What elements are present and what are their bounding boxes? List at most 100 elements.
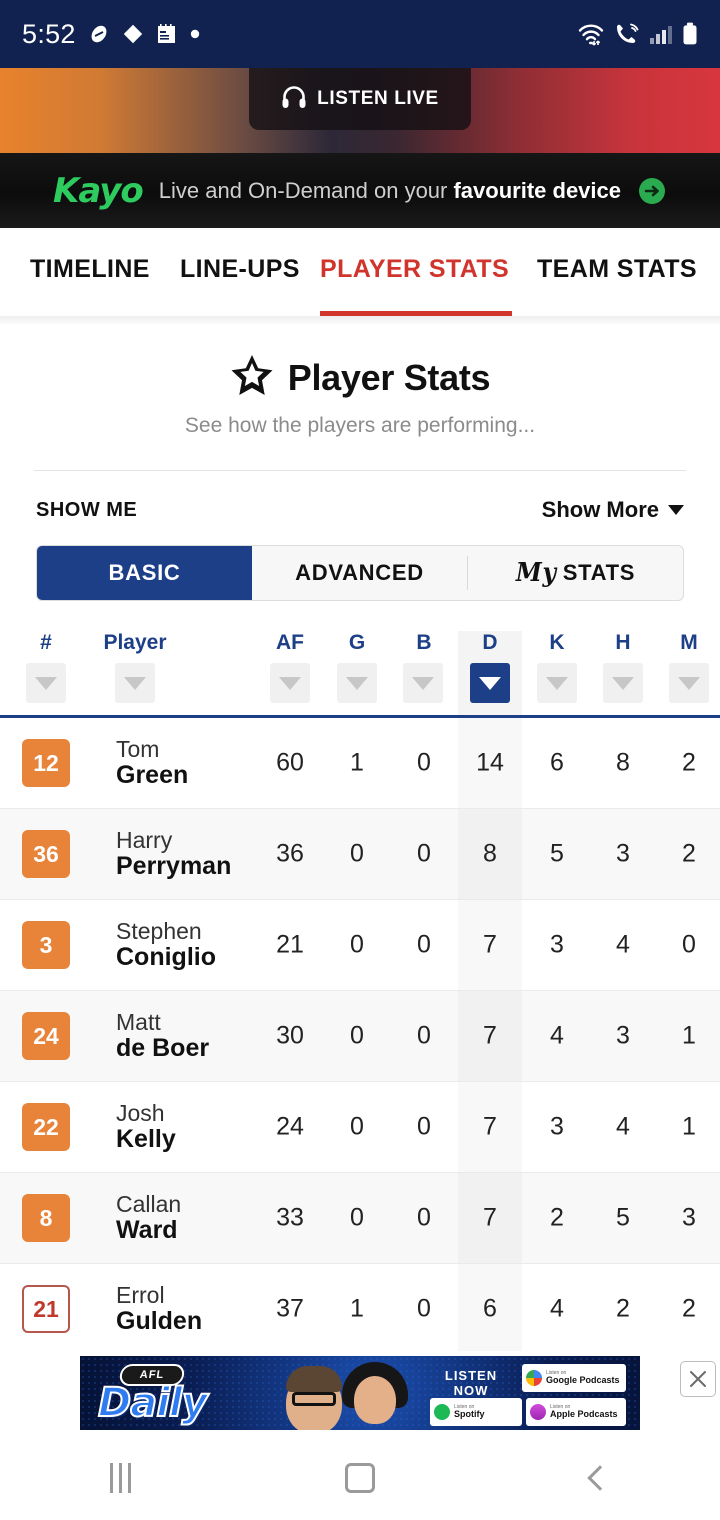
sort-button-g[interactable] [337, 663, 377, 703]
apple-podcasts-label: Listen on Apple Podcasts [550, 1403, 618, 1419]
ad-title: Daily [97, 1379, 209, 1427]
status-bar-clock: 5:52 [22, 18, 76, 49]
tab-timeline[interactable]: TIMELINE [30, 255, 150, 284]
player-first-name: Josh [116, 1100, 165, 1127]
close-icon [690, 1371, 706, 1387]
table-header-row: # Player AF G B D K H M [0, 631, 720, 715]
dot-icon [189, 28, 201, 40]
stat-cell-d: 7 [483, 930, 497, 959]
show-more-button[interactable]: Show More [542, 497, 684, 523]
segment-basic[interactable]: BASIC [37, 546, 252, 600]
jersey-number-badge: 36 [22, 830, 70, 878]
sort-button-player[interactable] [115, 663, 155, 703]
sort-button-h[interactable] [603, 663, 643, 703]
stat-cell-b: 0 [417, 1112, 431, 1141]
column-header-player: Player [103, 631, 167, 654]
player-last-name: Ward [116, 1215, 178, 1244]
back-button[interactable] [480, 1464, 720, 1491]
google-podcasts-icon [526, 1370, 542, 1386]
apple-podcasts-button[interactable]: Listen on Apple Podcasts [526, 1398, 626, 1426]
stat-cell-h: 4 [616, 930, 630, 959]
sort-button-m[interactable] [669, 663, 709, 703]
player-first-name: Stephen [116, 918, 202, 945]
segment-advanced[interactable]: ADVANCED [252, 546, 467, 600]
close-ad-button[interactable] [680, 1361, 716, 1397]
kayo-logo: Kayo [52, 170, 144, 211]
sort-button-af[interactable] [270, 663, 310, 703]
table-row[interactable]: 36 Harry Perryman 36 0 0 8 5 3 2 [0, 809, 720, 900]
stat-cell-d: 8 [483, 839, 497, 868]
player-name: Callan Ward [116, 1192, 181, 1244]
recents-button[interactable] [0, 1462, 240, 1493]
player-first-name: Callan [116, 1191, 182, 1218]
player-first-name: Errol [116, 1282, 165, 1309]
stat-cell-m: 1 [682, 1021, 696, 1050]
table-row[interactable]: 21 Errol Gulden 37 1 0 6 4 2 2 [0, 1264, 720, 1355]
table-row[interactable]: 22 Josh Kelly 24 0 0 7 3 4 1 [0, 1082, 720, 1173]
table-row[interactable]: 8 Callan Ward 33 0 0 7 2 5 3 [0, 1173, 720, 1264]
player-last-name: Kelly [116, 1124, 176, 1153]
section-tabs: TIMELINE LINE-UPS PLAYER STATS TEAM STAT… [0, 228, 720, 316]
stat-cell-m: 2 [682, 839, 696, 868]
sort-descending-triangle-icon [546, 676, 568, 690]
pill-icon [88, 23, 110, 45]
jersey-number-badge: 3 [22, 921, 70, 969]
star-icon [230, 354, 274, 401]
tab-line-ups[interactable]: LINE-UPS [180, 255, 300, 284]
player-name: Errol Gulden [116, 1283, 202, 1335]
stat-cell-d: 14 [476, 748, 504, 777]
android-navigation-bar [0, 1435, 720, 1520]
table-row[interactable]: 12 Tom Green 60 1 0 14 6 8 2 [0, 718, 720, 809]
sort-button-k[interactable] [537, 663, 577, 703]
page-title: Player Stats [287, 356, 491, 398]
player-stats-table: # Player AF G B D K H M 12 Tom Green 60 1 0 14… [0, 631, 720, 1355]
table-row[interactable]: 24 Matt de Boer 30 0 0 7 4 3 1 [0, 991, 720, 1082]
show-me-label: SHOW ME [36, 498, 138, 521]
listen-live-label: LISTEN LIVE [317, 88, 439, 109]
player-name: Josh Kelly [116, 1101, 176, 1153]
sort-button-d[interactable] [470, 663, 510, 703]
sort-descending-triangle-icon [279, 676, 301, 690]
home-button[interactable] [240, 1462, 480, 1493]
status-bar: 5:52 [0, 0, 720, 68]
filters-row: SHOW ME Show More [0, 471, 720, 523]
host-one-hair [286, 1366, 342, 1392]
segment-my-stats[interactable]: My STATS [468, 546, 683, 600]
sort-button-b[interactable] [403, 663, 443, 703]
stat-cell-g: 0 [350, 930, 364, 959]
column-header-m: M [680, 631, 698, 654]
tab-team-stats[interactable]: TEAM STATS [537, 255, 697, 284]
stat-cell-h: 5 [616, 1203, 630, 1232]
sort-descending-triangle-icon [612, 676, 634, 690]
sort-button-number[interactable] [26, 663, 66, 703]
player-name: Matt de Boer [116, 1010, 209, 1062]
spotify-button[interactable]: Listen on Spotify [430, 1398, 522, 1426]
kayo-promo-message: Live and On-Demand on your favourite dev… [159, 178, 621, 204]
stat-cell-k: 2 [550, 1203, 564, 1232]
stat-cell-d: 7 [483, 1203, 497, 1232]
arrow-right-circle-icon[interactable] [637, 176, 667, 206]
advertisement-container: AFL Daily LISTEN NOW Listen on Google Pod… [0, 1351, 720, 1435]
tab-player-stats[interactable]: PLAYER STATS [320, 255, 509, 284]
table-row[interactable]: 3 Stephen Coniglio 21 0 0 7 3 4 0 [0, 900, 720, 991]
my-stats-label: STATS [562, 560, 636, 585]
apple-podcasts-icon [530, 1404, 546, 1420]
show-more-label: Show More [541, 497, 659, 522]
listen-live-hero: LISTEN LIVE [0, 68, 720, 153]
google-podcasts-label: Listen on Google Podcasts [546, 1369, 620, 1385]
table-body: 12 Tom Green 60 1 0 14 6 8 2 36 Harry Perryman 36 0 0 8 5… [0, 718, 720, 1355]
stat-cell-h: 8 [616, 748, 630, 777]
stat-cell-b: 0 [417, 1203, 431, 1232]
kayo-promo-banner[interactable]: Kayo Live and On-Demand on your favourit… [0, 153, 720, 228]
google-podcasts-button[interactable]: Listen on Google Podcasts [522, 1364, 626, 1392]
player-first-name: Matt [116, 1009, 161, 1036]
afl-daily-ad[interactable]: AFL Daily LISTEN NOW Listen on Google Pod… [80, 1356, 640, 1430]
sort-descending-triangle-icon [346, 676, 368, 690]
stat-cell-af: 36 [276, 839, 304, 868]
stat-cell-af: 21 [276, 930, 304, 959]
listen-live-button[interactable]: LISTEN LIVE [249, 68, 471, 130]
stat-cell-d: 6 [483, 1294, 497, 1323]
host-two-face [354, 1376, 396, 1424]
stat-cell-k: 3 [550, 930, 564, 959]
stat-cell-af: 30 [276, 1021, 304, 1050]
